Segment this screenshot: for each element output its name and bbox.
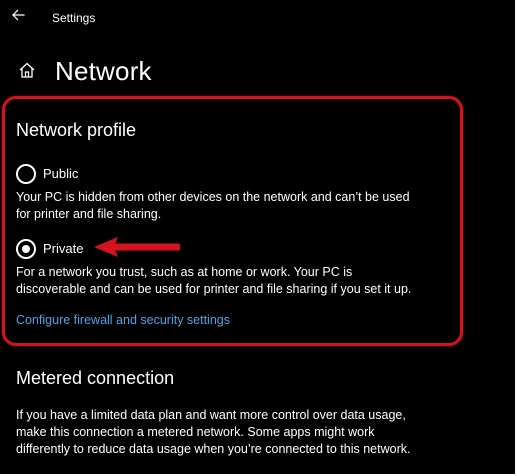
page-title: Network: [55, 56, 152, 86]
private-description: For a network you trust, such as at home…: [16, 264, 446, 298]
radio-selected-dot: [22, 245, 30, 253]
metered-connection-heading: Metered connection: [16, 368, 175, 388]
public-description-line: Your PC is hidden from other devices on …: [16, 190, 410, 204]
radio-ring: [16, 164, 36, 184]
metered-description: If you have a limited data plan and want…: [16, 407, 456, 458]
private-radio[interactable]: [16, 239, 36, 259]
metered-description-line: If you have a limited data plan and want…: [16, 408, 406, 422]
public-description: Your PC is hidden from other devices on …: [16, 189, 446, 223]
screenshot-frame: Settings Network Network profile Public …: [0, 0, 517, 476]
public-description-line: for printer and file sharing.: [16, 207, 162, 221]
public-radio-label[interactable]: Public: [43, 166, 78, 182]
private-description-line: For a network you trust, such as at home…: [16, 265, 353, 279]
metered-description-line: make this connection a metered network. …: [16, 425, 375, 439]
private-radio-label[interactable]: Private: [43, 241, 83, 257]
window-title: Settings: [52, 11, 96, 25]
metered-description-line: differently to reduce data usage when yo…: [16, 442, 411, 456]
configure-firewall-link[interactable]: Configure firewall and security settings: [16, 312, 230, 328]
public-radio[interactable]: [16, 164, 36, 184]
network-profile-heading: Network profile: [16, 120, 137, 140]
home-icon[interactable]: [18, 61, 36, 79]
annotation-arrow-icon: [94, 237, 180, 257]
back-arrow-icon[interactable]: [10, 7, 26, 23]
private-description-line: discoverable and can be used for printer…: [16, 282, 412, 296]
settings-window: Settings Network Network profile Public …: [0, 0, 515, 474]
